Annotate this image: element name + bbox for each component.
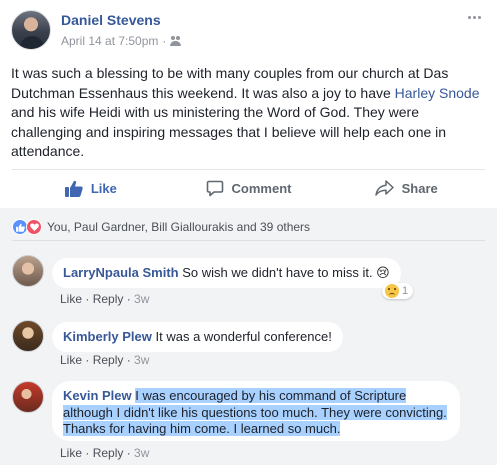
- comment-actions: Like · Reply · 3w: [60, 353, 149, 367]
- commenter-name[interactable]: Kimberly Plew: [63, 329, 152, 344]
- post-actions: Like Comment Share: [12, 172, 485, 204]
- comment-bubble: Kevin Plew I was encouraged by his comma…: [52, 381, 460, 441]
- like-label: Like: [90, 180, 117, 196]
- commenter-avatar[interactable]: [12, 255, 44, 287]
- commenter-avatar[interactable]: [12, 381, 44, 413]
- meta-separator: ·: [162, 34, 167, 48]
- dot-icon: [477, 15, 481, 19]
- dot-icon: [467, 15, 471, 19]
- comment-actions: Like · Reply · 3w: [60, 292, 149, 306]
- divider: [12, 240, 485, 241]
- like-button[interactable]: Like: [12, 172, 170, 204]
- divider: [12, 169, 485, 170]
- reactions-text: You, Paul Gardner, Bill Giallourakis and…: [47, 220, 311, 234]
- commenter-name[interactable]: Kevin Plew: [63, 388, 132, 403]
- separator: ·: [82, 292, 93, 306]
- friends-audience-icon[interactable]: [170, 36, 182, 46]
- comment-text: So wish we didn't have to miss it. 😢: [182, 265, 390, 280]
- comment-label: Comment: [231, 180, 292, 196]
- comment-reply-link[interactable]: Reply: [93, 292, 124, 306]
- post-text-part-2: and his wife Heidi with us ministering t…: [11, 104, 447, 159]
- comment-text: It was a wonderful conference!: [155, 329, 332, 344]
- post-timestamp[interactable]: April 14 at 7:50pm: [61, 34, 158, 48]
- separator: ·: [123, 292, 135, 306]
- share-arrow-icon: [374, 180, 394, 196]
- comment-bubble: LarryNpaula Smith So wish we didn't have…: [52, 258, 401, 288]
- facebook-post: Daniel Stevens April 14 at 7:50pm · It w…: [0, 0, 497, 465]
- comment-actions: Like · Reply · 3w: [60, 446, 149, 460]
- share-button[interactable]: Share: [327, 172, 485, 204]
- comment-like-link[interactable]: Like: [60, 292, 82, 306]
- comment-reply-link[interactable]: Reply: [93, 446, 124, 460]
- commenter-name[interactable]: LarryNpaula Smith: [63, 265, 179, 280]
- post-text-part-1: It was such a blessing to be with many c…: [11, 65, 449, 101]
- mention-link[interactable]: Harley Snode: [395, 85, 480, 101]
- comment-bubble: Kimberly Plew It was a wonderful confere…: [52, 322, 343, 352]
- comment-like-link[interactable]: Like: [60, 446, 82, 460]
- commenter-avatar[interactable]: [12, 320, 44, 352]
- separator: ·: [82, 353, 93, 367]
- post-meta: April 14 at 7:50pm ·: [61, 34, 182, 48]
- sad-reaction-icon: [385, 284, 399, 298]
- comment-reaction-count: 1: [402, 285, 409, 297]
- more-options-button[interactable]: [463, 6, 485, 28]
- comment-like-link[interactable]: Like: [60, 353, 82, 367]
- comment-age[interactable]: 3w: [134, 446, 149, 460]
- thumbs-up-icon: [64, 180, 83, 197]
- comment-age[interactable]: 3w: [134, 353, 149, 367]
- reactions-summary[interactable]: You, Paul Gardner, Bill Giallourakis and…: [12, 219, 310, 235]
- share-label: Share: [401, 180, 438, 196]
- post-body: It was such a blessing to be with many c…: [11, 64, 487, 162]
- separator: ·: [123, 446, 135, 460]
- reaction-icons: [12, 219, 42, 235]
- comment-reply-link[interactable]: Reply: [93, 353, 124, 367]
- author-avatar[interactable]: [11, 10, 51, 50]
- comment-button[interactable]: Comment: [170, 172, 328, 204]
- love-reaction-icon: [26, 219, 42, 235]
- separator: ·: [82, 446, 93, 460]
- comment-bubble-icon: [206, 180, 223, 196]
- author-name[interactable]: Daniel Stevens: [61, 12, 161, 28]
- separator: ·: [123, 353, 135, 367]
- comment-reaction-badge[interactable]: 1: [382, 283, 414, 299]
- dot-icon: [472, 15, 476, 19]
- comment-age[interactable]: 3w: [134, 292, 149, 306]
